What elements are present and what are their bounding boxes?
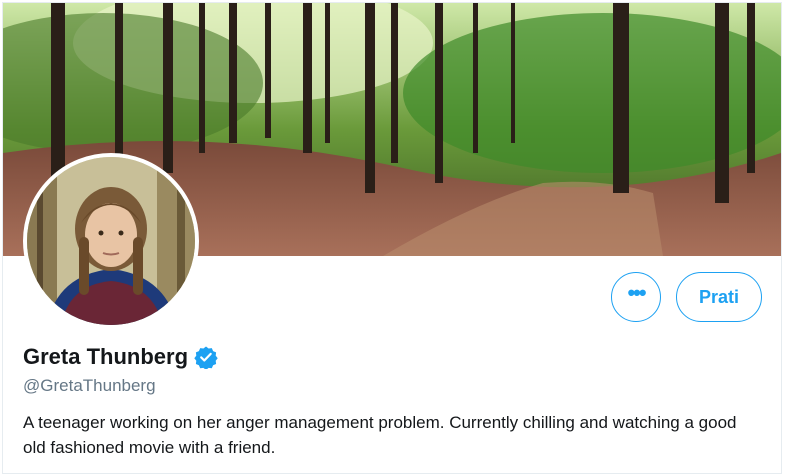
profile-card: ••• Prati Greta Thunberg @GretaThunberg …	[2, 2, 782, 474]
profile-bio: A teenager working on her anger manageme…	[23, 413, 737, 457]
more-icon: •••	[627, 280, 646, 305]
profile-handle: @GretaThunberg	[23, 376, 156, 395]
verified-badge-icon	[194, 345, 218, 369]
profile-avatar[interactable]	[23, 153, 199, 329]
display-name: Greta Thunberg	[23, 344, 189, 369]
follow-button[interactable]: Prati	[676, 272, 762, 322]
more-options-button[interactable]: •••	[611, 272, 661, 322]
display-name-row: Greta Thunberg	[23, 344, 218, 370]
